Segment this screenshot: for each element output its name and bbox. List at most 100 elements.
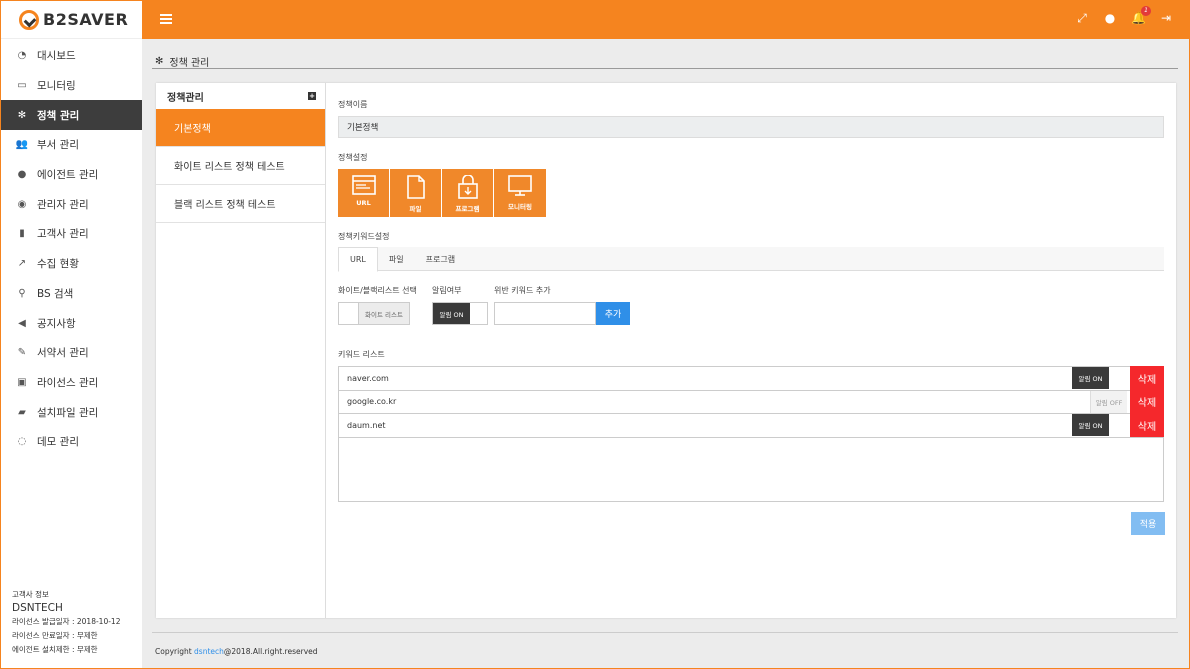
add-policy-icon[interactable]: + xyxy=(308,92,316,100)
list-type-toggle[interactable]: 화이트 리스트 xyxy=(338,302,410,325)
license-expire-date: 라이선스 만료일자 : 무제한 xyxy=(12,631,98,640)
sidebar-item-4[interactable]: ● 에이전트 관리 xyxy=(1,160,142,190)
toggle-knob xyxy=(470,303,487,324)
apply-button[interactable]: 적용 xyxy=(1131,512,1165,535)
sidebar-item-label: 정책 관리 xyxy=(37,109,80,122)
delete-keyword-button[interactable]: 삭제 xyxy=(1130,389,1164,414)
edit-icon: ✎ xyxy=(17,347,27,359)
keyword-input[interactable] xyxy=(494,302,596,325)
customer-info: 고객사 정보 DSNTECH 라이선스 발급일자 : 2018-10-12 라이… xyxy=(12,588,120,657)
policy-panel: 정책관리 + 기본정책 화이트 리스트 정책 테스트 블랙 리스트 정책 테스트 정… xyxy=(156,83,1176,618)
page-title: ✻ 정책 관리 xyxy=(155,56,210,69)
monitor-icon: ▭ xyxy=(17,80,27,92)
bell-icon[interactable]: 🔔 1 xyxy=(1131,6,1151,26)
tab-program[interactable]: 프로그램 xyxy=(415,247,466,271)
user-icon[interactable]: ● xyxy=(1103,11,1117,26)
user-icon: ● xyxy=(17,169,27,181)
lock-download-icon xyxy=(457,175,478,199)
sidebar-item-label: 설치파일 관리 xyxy=(37,406,99,419)
customer-heading: 고객사 정보 xyxy=(12,590,49,599)
title-divider xyxy=(152,68,1178,69)
policy-name-label: 정책이름 xyxy=(338,100,368,109)
sidebar-item-label: 모니터링 xyxy=(37,80,76,93)
sidebar-item-5[interactable]: ◉ 관리자 관리 xyxy=(1,189,142,219)
delete-keyword-button[interactable]: 삭제 xyxy=(1130,413,1164,437)
sidebar-item-6[interactable]: ▮ 고객사 관리 xyxy=(1,219,142,249)
add-keyword-button[interactable]: 추가 xyxy=(596,302,630,325)
setting-program-button[interactable]: 프로그램 xyxy=(442,169,494,217)
sidebar-item-7[interactable]: ↗ 수집 현황 xyxy=(1,249,142,279)
megaphone-icon: ◀ xyxy=(18,317,26,329)
keyword-list: naver.com 알림 ON 삭제 google.co.kr 알림 OFF 삭제 daum… xyxy=(338,366,1164,502)
delete-keyword-button[interactable]: 삭제 xyxy=(1130,366,1164,390)
policy-list-header: 정책관리 + xyxy=(167,92,316,104)
tab-url[interactable]: URL xyxy=(338,247,378,272)
sidebar-item-13[interactable]: ◌ 데모 관리 xyxy=(1,427,142,457)
list-type-label: 화이트/블랙리스트 선택 xyxy=(338,286,417,295)
gear-icon: ✻ xyxy=(155,56,164,67)
sidebar-item-label: 대시보드 xyxy=(37,50,76,63)
footer: Copyright dsntech@2018.All.right.reserve… xyxy=(155,647,318,656)
keyword-alert-toggle[interactable]: 알림 OFF xyxy=(1090,390,1127,413)
sidebar-nav: ◔ 대시보드 ▭ 모니터링 ✻ 정책 관리 👥 부서 관리 ● 에이전트 관리 ◉ 관리자 관리 ▮ 고객… xyxy=(1,41,142,457)
sidebar-item-label: 라이선스 관리 xyxy=(37,376,99,389)
keyword-alert-toggle[interactable]: 알림 ON xyxy=(1072,367,1109,389)
logout-icon[interactable]: ⇥ xyxy=(1159,11,1173,26)
browser-icon xyxy=(351,175,376,195)
policy-list-item[interactable]: 블랙 리스트 정책 테스트 xyxy=(156,185,325,223)
sidebar-item-10[interactable]: ✎ 서약서 관리 xyxy=(1,338,142,368)
add-keyword-label: 위반 키워드 추가 xyxy=(494,286,551,295)
keyword-row: daum.net 알림 ON 삭제 xyxy=(339,413,1164,438)
sidebar-item-12[interactable]: ▰ 설치파일 관리 xyxy=(1,397,142,427)
setting-monitoring-button[interactable]: 모니터링 xyxy=(494,169,546,217)
policy-list-item[interactable]: 기본정책 xyxy=(156,109,325,147)
setting-file-button[interactable]: 파일 xyxy=(390,169,442,217)
sidebar-item-label: 공지사항 xyxy=(37,317,76,330)
keyword-row: google.co.kr 알림 OFF 삭제 xyxy=(339,389,1164,414)
file-icon xyxy=(406,175,425,199)
policy-name-input[interactable]: 기본정책 xyxy=(338,116,1164,138)
sidebar-item-1[interactable]: ▭ 모니터링 xyxy=(1,71,142,101)
keyword-text: daum.net xyxy=(347,420,386,430)
license-icon: ▣ xyxy=(17,376,27,388)
alert-value: 알림 ON xyxy=(433,303,470,324)
keyword-tabs: URL 파일 프로그램 xyxy=(338,247,1164,272)
policy-settings-group: URL 파일 프로그램 모니터링 xyxy=(338,169,546,217)
footer-link[interactable]: dsntech xyxy=(194,647,224,656)
sidebar-item-label: BS 검색 xyxy=(37,287,74,300)
comment-icon: ◌ xyxy=(17,436,27,448)
notification-badge: 1 xyxy=(1141,6,1151,16)
keyword-row: naver.com 알림 ON 삭제 xyxy=(339,366,1164,391)
keyword-text: google.co.kr xyxy=(347,397,397,407)
sidebar-item-label: 데모 관리 xyxy=(37,436,79,449)
tab-file[interactable]: 파일 xyxy=(378,247,415,271)
footer-divider xyxy=(152,632,1178,633)
sidebar-item-label: 부서 관리 xyxy=(37,139,79,152)
policy-list-item[interactable]: 화이트 리스트 정책 테스트 xyxy=(156,147,325,185)
policy-settings-label: 정책설정 xyxy=(338,153,368,162)
keyword-alert-toggle[interactable]: 알림 ON xyxy=(1072,414,1109,436)
logo-mark-icon xyxy=(19,9,39,30)
brand-logo[interactable]: B2SAVER xyxy=(1,1,142,39)
sidebar-item-8[interactable]: ⚲ BS 검색 xyxy=(1,279,142,309)
menu-toggle-icon[interactable] xyxy=(160,14,172,24)
sidebar-item-11[interactable]: ▣ 라이선스 관리 xyxy=(1,368,142,398)
toggle-knob xyxy=(339,303,358,324)
sidebar-item-label: 관리자 관리 xyxy=(37,198,89,211)
sidebar-item-label: 서약서 관리 xyxy=(37,347,89,360)
keyword-text: naver.com xyxy=(347,373,389,383)
sidebar-item-3[interactable]: 👥 부서 관리 xyxy=(1,130,142,160)
license-issue-date: 라이선스 발급일자 : 2018-10-12 xyxy=(12,617,121,626)
keyword-settings-label: 정책키워드설정 xyxy=(338,232,390,241)
customer-company: DSNTECH xyxy=(12,602,63,614)
alert-toggle[interactable]: 알림 ON xyxy=(432,302,488,325)
setting-url-button[interactable]: URL xyxy=(338,169,390,217)
sidebar-item-2[interactable]: ✻ 정책 관리 xyxy=(1,100,142,131)
chart-icon: ↗ xyxy=(17,258,27,270)
sidebar-item-0[interactable]: ◔ 대시보드 xyxy=(1,41,142,71)
sidebar-item-9[interactable]: ◀ 공지사항 xyxy=(1,308,142,338)
expand-icon[interactable]: ⤢ xyxy=(1075,11,1089,26)
logo-text: B2SAVER xyxy=(43,10,129,29)
gear-icon: ✻ xyxy=(17,109,27,121)
sidebar: B2SAVER ◔ 대시보드 ▭ 모니터링 ✻ 정책 관리 👥 부서 관리 ● 에이전트 관리 ◉ 관… xyxy=(1,1,142,668)
